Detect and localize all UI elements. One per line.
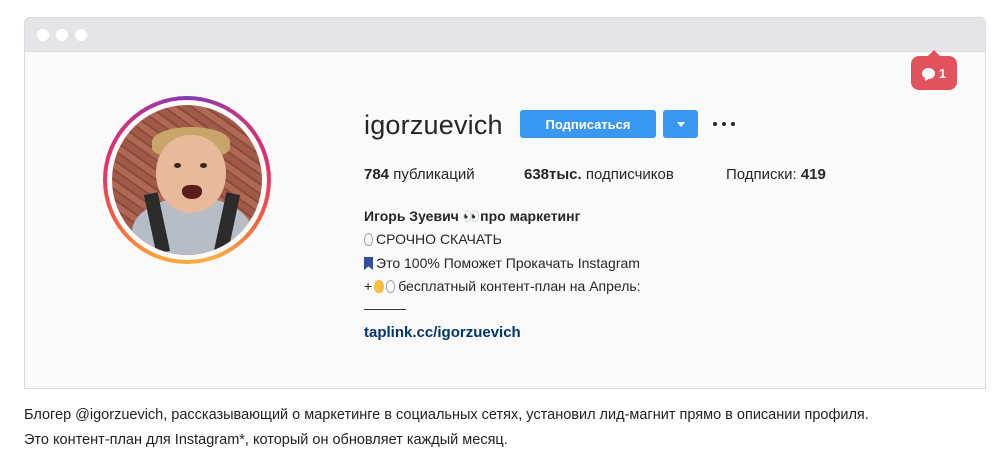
- bio-divider-line: ———: [364, 300, 406, 316]
- browser-titlebar: [25, 18, 985, 52]
- window-dot-icon: [37, 29, 49, 41]
- bio-line: СРОЧНО СКАЧАТЬ: [364, 231, 502, 247]
- pin-icon: [386, 280, 396, 293]
- caption-line: Блогер @igorzuevich, рассказывающий о ма…: [24, 407, 869, 423]
- bookmark-icon: [364, 257, 373, 270]
- follow-button[interactable]: Подписаться: [520, 110, 656, 138]
- profile-username: igorzuevich: [364, 110, 503, 140]
- caption-line: Это контент-план для Instagram*, который…: [24, 432, 508, 448]
- notification-count: 1: [938, 65, 947, 81]
- screenshot-window: 1 igorzuevich Подписаться 784 публикаций…: [24, 17, 986, 389]
- bio-link[interactable]: taplink.cc/igorzuevich: [364, 324, 521, 341]
- bio-line: + бесплатный контент-план на Апрель:: [364, 278, 641, 294]
- avatar-story-ring[interactable]: [103, 96, 271, 264]
- followers-count[interactable]: 638тыс. подписчиков: [524, 166, 674, 183]
- bio-full-name: Игорь Зуевич 👀про маркетинг: [364, 208, 581, 224]
- more-options-button[interactable]: [713, 110, 735, 138]
- suggestions-dropdown-button[interactable]: [663, 110, 698, 138]
- following-count[interactable]: Подписки: 419: [726, 166, 826, 183]
- chevron-down-icon: [676, 121, 685, 127]
- window-dot-icon: [56, 29, 68, 41]
- window-dot-icon: [75, 29, 87, 41]
- hand-icon: [374, 280, 385, 293]
- bio-line: Это 100% Поможет Прокачать Instagram: [364, 255, 640, 271]
- pin-icon: [364, 233, 373, 246]
- posts-count: 784 публикаций: [364, 166, 475, 183]
- more-dots-icon: [713, 122, 717, 126]
- notification-badge[interactable]: 1: [911, 50, 957, 90]
- figure-caption: Блогер @igorzuevich, рассказывающий о ма…: [24, 403, 994, 453]
- comment-bubble-icon: [921, 67, 935, 79]
- avatar: [112, 105, 262, 255]
